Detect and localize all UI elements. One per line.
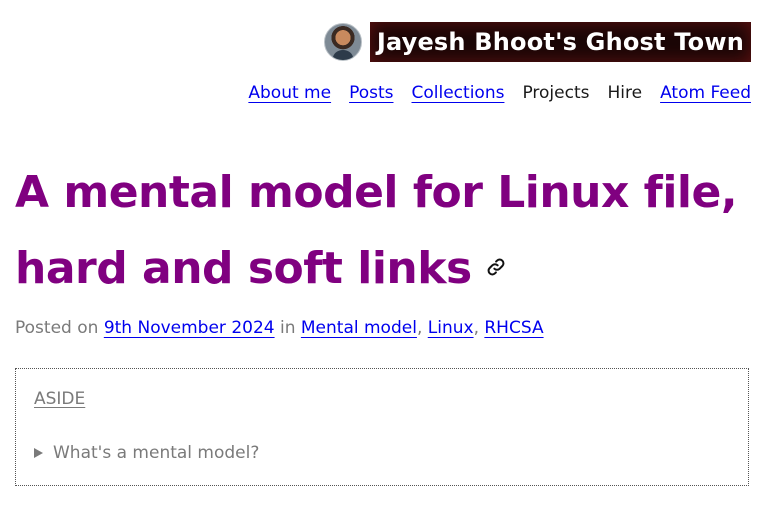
- aside-box: ASIDE What's a mental model?: [15, 368, 749, 486]
- nav-item-about-me[interactable]: About me: [248, 81, 331, 105]
- nav-item-posts[interactable]: Posts: [349, 81, 393, 105]
- page: Jayesh Bhoot's Ghost Town About me Posts…: [0, 0, 766, 508]
- category-link-linux[interactable]: Linux: [428, 318, 474, 338]
- post-title-text: A mental model for Linux file, hard and …: [15, 167, 738, 294]
- category-link-mental-model[interactable]: Mental model: [301, 318, 417, 338]
- aside-summary-text: What's a mental model?: [53, 443, 260, 463]
- category-link-rhcsa[interactable]: RHCSA: [484, 318, 543, 338]
- in-label: in: [279, 318, 296, 338]
- nav-item-collections[interactable]: Collections: [412, 81, 505, 105]
- category-separator: ,: [473, 318, 479, 338]
- post-meta: Posted on 9th November 2024 in Mental mo…: [15, 316, 544, 340]
- main-nav: About me Posts Collections Projects Hire…: [248, 81, 751, 105]
- site-brand[interactable]: Jayesh Bhoot's Ghost Town: [323, 22, 751, 62]
- nav-item-projects: Projects: [522, 83, 590, 103]
- link-icon[interactable]: [486, 228, 506, 276]
- site-title[interactable]: Jayesh Bhoot's Ghost Town: [369, 22, 751, 62]
- category-separator: ,: [416, 318, 423, 338]
- nav-item-hire: Hire: [607, 83, 643, 103]
- aside-details-summary[interactable]: What's a mental model?: [34, 443, 259, 463]
- posted-on-label: Posted on: [15, 318, 99, 338]
- disclosure-triangle-icon: [34, 448, 43, 458]
- post-title: A mental model for Linux file, hard and …: [15, 158, 755, 304]
- nav-item-atom-feed[interactable]: Atom Feed: [660, 81, 751, 105]
- avatar: [323, 23, 362, 61]
- aside-label: ASIDE: [34, 389, 86, 409]
- post-date-link[interactable]: 9th November 2024: [104, 318, 275, 338]
